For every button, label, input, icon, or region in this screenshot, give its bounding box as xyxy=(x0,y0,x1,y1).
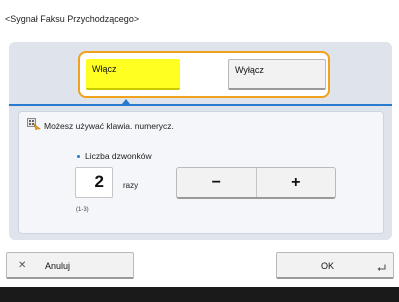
cancel-label: Anuluj xyxy=(45,261,71,271)
enter-icon xyxy=(377,264,386,271)
ok-label: OK xyxy=(321,261,335,271)
close-icon: ✕ xyxy=(18,260,27,271)
rings-count-input[interactable]: 2 xyxy=(75,167,113,198)
section-divider xyxy=(9,104,392,106)
page-title: <Sygnał Faksu Przychodzącego> xyxy=(5,14,140,24)
keypad-hint-icon xyxy=(27,118,41,130)
rings-stepper: − + xyxy=(176,167,336,199)
keypad-hint-text: Możesz używać klawia. numerycz. xyxy=(44,121,174,131)
rings-count-label: Liczba dzwonków xyxy=(85,151,152,161)
status-footer xyxy=(0,287,399,302)
field-bullet xyxy=(77,155,80,158)
on-off-toggle-group: Włącz Wyłącz xyxy=(78,51,330,98)
rings-unit-label: razy xyxy=(123,181,139,190)
decrement-button[interactable]: − xyxy=(177,168,256,197)
on-button[interactable]: Włącz xyxy=(86,59,180,90)
cancel-button[interactable]: ✕ Anuluj xyxy=(6,252,134,279)
ok-button[interactable]: OK xyxy=(276,252,394,279)
rings-range-label: (1-3) xyxy=(76,207,89,213)
increment-button[interactable]: + xyxy=(255,168,336,197)
off-button[interactable]: Wyłącz xyxy=(228,59,326,90)
